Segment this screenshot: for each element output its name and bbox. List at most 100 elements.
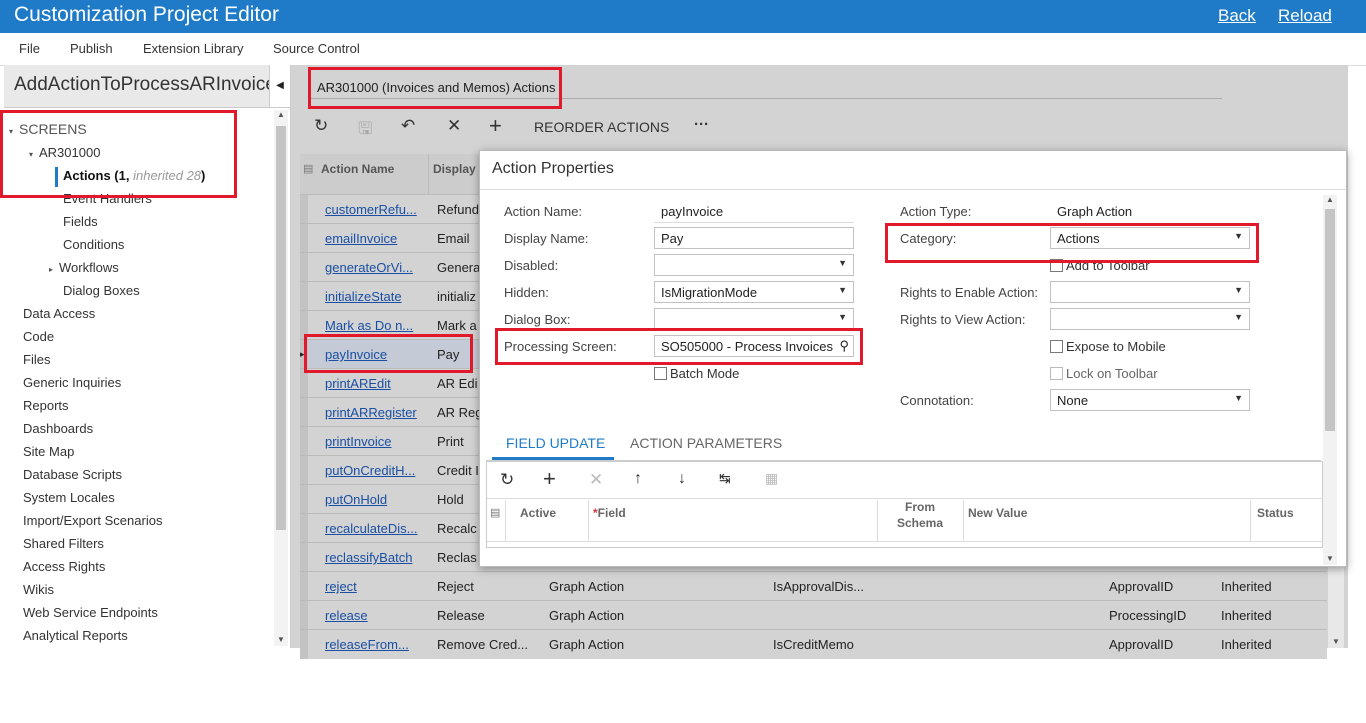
tree-node-code[interactable]: Code [23,329,54,344]
row-selector[interactable] [300,369,308,398]
row-selector[interactable] [300,282,308,311]
row-selector[interactable] [300,514,308,543]
lock-toolbar-checkbox[interactable]: Lock on Toolbar [1050,366,1158,381]
move-up-icon[interactable]: ↑ [634,470,642,488]
row-selector[interactable] [300,485,308,514]
column-display[interactable]: Display [433,162,476,176]
menu-file[interactable]: File [19,41,40,56]
dialog-scrollbar[interactable]: ▲ ▼ [1323,195,1337,565]
column-new-value[interactable]: New Value [968,506,1027,520]
save-icon[interactable]: 🖫 [358,116,372,145]
column-settings-icon[interactable]: ▤ [303,162,313,175]
cell-action-name[interactable]: recalculateDis... [325,521,425,536]
hidden-select[interactable]: IsMigrationMode ▼ [654,281,854,303]
tree-node-analytical-reports[interactable]: Analytical Reports [23,628,128,643]
column-action-name[interactable]: Action Name [321,162,394,176]
fit-columns-icon[interactable]: ↹ [719,470,731,487]
column-active[interactable]: Active [520,506,556,520]
cell-action-name[interactable]: generateOrVi... [325,260,425,275]
menu-extension-library[interactable]: Extension Library [143,41,243,56]
tree-node-web-service-endpoints[interactable]: Web Service Endpoints [23,605,158,620]
row-selector[interactable] [300,630,308,659]
batch-mode-checkbox[interactable]: Batch Mode [654,366,739,381]
tree-node-reports[interactable]: Reports [23,398,69,413]
row-selector[interactable] [300,572,308,601]
dialog-box-select[interactable]: ▼ [654,308,854,330]
scroll-down-icon[interactable]: ▼ [277,635,285,644]
tree-node-shared-filters[interactable]: Shared Filters [23,536,104,551]
cell-action-name[interactable]: release [325,608,425,623]
column-status[interactable]: Status [1257,506,1294,520]
cell-action-name[interactable]: putOnCreditH... [325,463,425,478]
refresh-icon[interactable]: ↻ [500,470,514,490]
menu-source-control[interactable]: Source Control [273,41,360,56]
column-settings-icon[interactable]: ▤ [490,506,500,519]
scroll-up-icon[interactable]: ▲ [277,110,285,119]
connotation-select[interactable]: None ▼ [1050,389,1250,411]
rights-enable-select[interactable]: ▼ [1050,281,1250,303]
add-icon[interactable]: + [543,466,556,492]
table-row[interactable]: releaseFrom... Remove Cred... Graph Action… [300,629,1327,659]
cell-action-name[interactable]: initializeState [325,289,425,304]
expose-mobile-checkbox[interactable]: Expose to Mobile [1050,339,1166,354]
tree-node-fields[interactable]: Fields [63,214,98,229]
tree-node-conditions[interactable]: Conditions [63,237,124,252]
cell-action-name[interactable]: printInvoice [325,434,425,449]
cell-action-name[interactable]: putOnHold [325,492,425,507]
row-selector[interactable] [300,398,308,427]
tree-node-site-map[interactable]: Site Map [23,444,74,459]
scrollbar-thumb[interactable] [1325,209,1335,431]
row-selector[interactable] [300,253,308,282]
menu-publish[interactable]: Publish [70,41,113,56]
cell-action-name[interactable]: reclassifyBatch [325,550,425,565]
more-menu-button[interactable]: ··· [694,116,709,133]
cell-action-name[interactable]: Mark as Do n... [325,318,425,333]
delete-icon[interactable]: ✕ [589,470,603,490]
row-selector[interactable] [300,601,308,630]
reorder-actions-button[interactable]: REORDER ACTIONS [534,119,669,135]
tree-node-workflows[interactable]: ▸ Workflows [49,260,119,275]
tree-node-dashboards[interactable]: Dashboards [23,421,93,436]
tree-scrollbar[interactable]: ▲ ▼ [274,110,288,646]
column-field[interactable]: *Field [593,506,626,520]
tree-node-data-access[interactable]: Data Access [23,306,95,321]
cell-action-name[interactable]: printARRegister [325,405,425,420]
scroll-up-icon[interactable]: ▲ [1326,195,1334,204]
tree-node-dialog-boxes[interactable]: Dialog Boxes [63,283,140,298]
tree-node-import-export[interactable]: Import/Export Scenarios [23,513,162,528]
undo-icon[interactable]: ↶ [401,116,415,136]
display-name-input[interactable]: Pay [654,227,854,249]
row-selector[interactable] [300,224,308,253]
delete-icon[interactable]: ✕ [447,116,461,136]
scrollbar-thumb[interactable] [276,126,286,530]
tab-action-parameters[interactable]: ACTION PARAMETERS [630,435,782,451]
scroll-down-icon[interactable]: ▼ [1332,637,1340,646]
tree-node-generic-inquiries[interactable]: Generic Inquiries [23,375,121,390]
reload-link[interactable]: Reload [1278,6,1332,26]
row-selector[interactable] [300,456,308,485]
column-from-schema[interactable]: From Schema [897,499,943,531]
row-selector[interactable] [300,427,308,456]
tree-node-files[interactable]: Files [23,352,50,367]
tree-node-wikis[interactable]: Wikis [23,582,54,597]
export-excel-icon[interactable]: ▦ [765,470,778,487]
scroll-down-icon[interactable]: ▼ [1326,554,1334,563]
cell-action-name[interactable]: customerRefu... [325,202,425,217]
table-row[interactable]: release Release Graph Action ProcessingID In… [300,600,1327,630]
add-icon[interactable]: + [489,113,502,139]
tree-node-database-scripts[interactable]: Database Scripts [23,467,122,482]
collapse-panel-icon[interactable]: ◀ [269,65,290,107]
cell-action-name[interactable]: releaseFrom... [325,637,425,652]
cell-action-name[interactable]: printAREdit [325,376,425,391]
tab-field-update[interactable]: FIELD UPDATE [506,435,605,451]
back-link[interactable]: Back [1218,6,1256,26]
disabled-select[interactable]: ▼ [654,254,854,276]
tree-node-access-rights[interactable]: Access Rights [23,559,105,574]
refresh-icon[interactable]: ↻ [314,116,328,136]
rights-view-select[interactable]: ▼ [1050,308,1250,330]
tree-node-system-locales[interactable]: System Locales [23,490,115,505]
row-selector[interactable] [300,195,308,224]
table-row[interactable]: reject Reject Graph Action IsApprovalDis...… [300,571,1327,601]
cell-action-name[interactable]: emailInvoice [325,231,425,246]
row-selector[interactable] [300,543,308,572]
